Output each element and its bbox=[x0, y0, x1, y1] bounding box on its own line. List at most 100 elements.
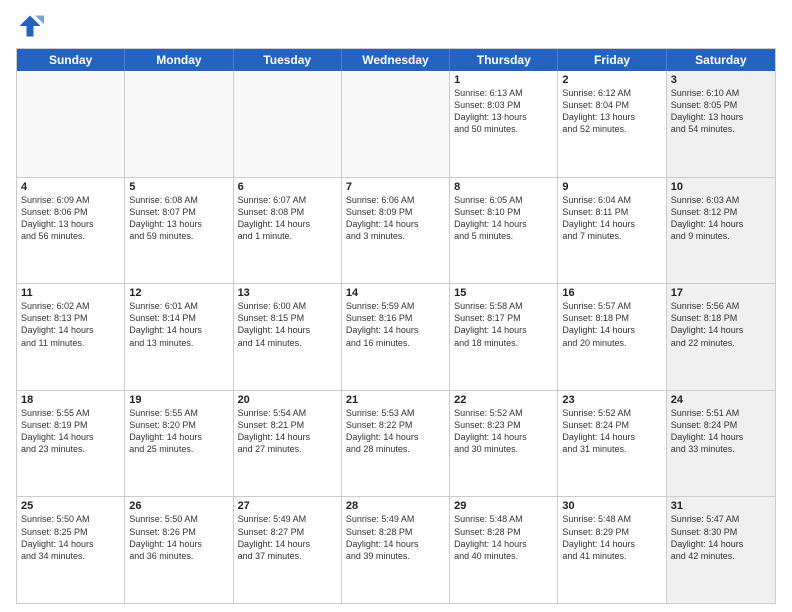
cell-date-number: 20 bbox=[238, 394, 337, 406]
cell-date-number: 17 bbox=[671, 287, 771, 299]
calendar-cell: 23Sunrise: 5:52 AM Sunset: 8:24 PM Dayli… bbox=[558, 391, 666, 497]
calendar-cell: 18Sunrise: 5:55 AM Sunset: 8:19 PM Dayli… bbox=[17, 391, 125, 497]
cell-date-number: 15 bbox=[454, 287, 553, 299]
header bbox=[16, 12, 776, 40]
cell-date-number: 4 bbox=[21, 181, 120, 193]
calendar-cell: 17Sunrise: 5:56 AM Sunset: 8:18 PM Dayli… bbox=[667, 284, 775, 390]
header-day-saturday: Saturday bbox=[667, 49, 775, 71]
cell-date-number: 23 bbox=[562, 394, 661, 406]
header-day-thursday: Thursday bbox=[450, 49, 558, 71]
cell-date-number: 22 bbox=[454, 394, 553, 406]
cell-info-text: Sunrise: 6:10 AM Sunset: 8:05 PM Dayligh… bbox=[671, 87, 771, 136]
cell-info-text: Sunrise: 6:01 AM Sunset: 8:14 PM Dayligh… bbox=[129, 300, 228, 349]
calendar-cell: 12Sunrise: 6:01 AM Sunset: 8:14 PM Dayli… bbox=[125, 284, 233, 390]
logo bbox=[16, 12, 48, 40]
cell-info-text: Sunrise: 5:50 AM Sunset: 8:25 PM Dayligh… bbox=[21, 513, 120, 562]
calendar-cell: 21Sunrise: 5:53 AM Sunset: 8:22 PM Dayli… bbox=[342, 391, 450, 497]
cell-date-number: 10 bbox=[671, 181, 771, 193]
logo-icon bbox=[16, 12, 44, 40]
cell-date-number: 12 bbox=[129, 287, 228, 299]
cell-info-text: Sunrise: 6:07 AM Sunset: 8:08 PM Dayligh… bbox=[238, 194, 337, 243]
cell-date-number: 18 bbox=[21, 394, 120, 406]
cell-date-number: 31 bbox=[671, 500, 771, 512]
cell-info-text: Sunrise: 6:12 AM Sunset: 8:04 PM Dayligh… bbox=[562, 87, 661, 136]
cell-date-number: 16 bbox=[562, 287, 661, 299]
calendar-cell: 7Sunrise: 6:06 AM Sunset: 8:09 PM Daylig… bbox=[342, 178, 450, 284]
cell-info-text: Sunrise: 6:08 AM Sunset: 8:07 PM Dayligh… bbox=[129, 194, 228, 243]
calendar-cell bbox=[17, 71, 125, 177]
calendar-cell: 28Sunrise: 5:49 AM Sunset: 8:28 PM Dayli… bbox=[342, 497, 450, 603]
cell-date-number: 19 bbox=[129, 394, 228, 406]
calendar-header: SundayMondayTuesdayWednesdayThursdayFrid… bbox=[17, 49, 775, 71]
calendar-cell: 22Sunrise: 5:52 AM Sunset: 8:23 PM Dayli… bbox=[450, 391, 558, 497]
cell-date-number: 27 bbox=[238, 500, 337, 512]
cell-info-text: Sunrise: 5:52 AM Sunset: 8:23 PM Dayligh… bbox=[454, 407, 553, 456]
cell-date-number: 3 bbox=[671, 74, 771, 86]
cell-info-text: Sunrise: 6:13 AM Sunset: 8:03 PM Dayligh… bbox=[454, 87, 553, 136]
cell-info-text: Sunrise: 5:48 AM Sunset: 8:28 PM Dayligh… bbox=[454, 513, 553, 562]
calendar-cell: 1Sunrise: 6:13 AM Sunset: 8:03 PM Daylig… bbox=[450, 71, 558, 177]
calendar-body: 1Sunrise: 6:13 AM Sunset: 8:03 PM Daylig… bbox=[17, 71, 775, 603]
cell-date-number: 5 bbox=[129, 181, 228, 193]
cell-date-number: 8 bbox=[454, 181, 553, 193]
cell-info-text: Sunrise: 5:56 AM Sunset: 8:18 PM Dayligh… bbox=[671, 300, 771, 349]
calendar: SundayMondayTuesdayWednesdayThursdayFrid… bbox=[16, 48, 776, 604]
cell-info-text: Sunrise: 5:51 AM Sunset: 8:24 PM Dayligh… bbox=[671, 407, 771, 456]
calendar-week-5: 25Sunrise: 5:50 AM Sunset: 8:25 PM Dayli… bbox=[17, 497, 775, 603]
calendar-cell: 25Sunrise: 5:50 AM Sunset: 8:25 PM Dayli… bbox=[17, 497, 125, 603]
cell-info-text: Sunrise: 5:55 AM Sunset: 8:20 PM Dayligh… bbox=[129, 407, 228, 456]
calendar-cell bbox=[125, 71, 233, 177]
cell-date-number: 24 bbox=[671, 394, 771, 406]
calendar-week-2: 4Sunrise: 6:09 AM Sunset: 8:06 PM Daylig… bbox=[17, 178, 775, 285]
cell-info-text: Sunrise: 5:54 AM Sunset: 8:21 PM Dayligh… bbox=[238, 407, 337, 456]
calendar-cell bbox=[342, 71, 450, 177]
cell-info-text: Sunrise: 5:49 AM Sunset: 8:27 PM Dayligh… bbox=[238, 513, 337, 562]
cell-date-number: 1 bbox=[454, 74, 553, 86]
calendar-cell: 15Sunrise: 5:58 AM Sunset: 8:17 PM Dayli… bbox=[450, 284, 558, 390]
cell-info-text: Sunrise: 5:48 AM Sunset: 8:29 PM Dayligh… bbox=[562, 513, 661, 562]
calendar-cell: 14Sunrise: 5:59 AM Sunset: 8:16 PM Dayli… bbox=[342, 284, 450, 390]
cell-info-text: Sunrise: 5:50 AM Sunset: 8:26 PM Dayligh… bbox=[129, 513, 228, 562]
cell-info-text: Sunrise: 5:53 AM Sunset: 8:22 PM Dayligh… bbox=[346, 407, 445, 456]
calendar-cell: 20Sunrise: 5:54 AM Sunset: 8:21 PM Dayli… bbox=[234, 391, 342, 497]
calendar-cell: 19Sunrise: 5:55 AM Sunset: 8:20 PM Dayli… bbox=[125, 391, 233, 497]
cell-info-text: Sunrise: 6:06 AM Sunset: 8:09 PM Dayligh… bbox=[346, 194, 445, 243]
cell-date-number: 14 bbox=[346, 287, 445, 299]
calendar-cell: 13Sunrise: 6:00 AM Sunset: 8:15 PM Dayli… bbox=[234, 284, 342, 390]
calendar-cell: 10Sunrise: 6:03 AM Sunset: 8:12 PM Dayli… bbox=[667, 178, 775, 284]
calendar-cell bbox=[234, 71, 342, 177]
cell-info-text: Sunrise: 5:59 AM Sunset: 8:16 PM Dayligh… bbox=[346, 300, 445, 349]
calendar-week-3: 11Sunrise: 6:02 AM Sunset: 8:13 PM Dayli… bbox=[17, 284, 775, 391]
cell-info-text: Sunrise: 5:55 AM Sunset: 8:19 PM Dayligh… bbox=[21, 407, 120, 456]
calendar-cell: 29Sunrise: 5:48 AM Sunset: 8:28 PM Dayli… bbox=[450, 497, 558, 603]
calendar-cell: 3Sunrise: 6:10 AM Sunset: 8:05 PM Daylig… bbox=[667, 71, 775, 177]
cell-info-text: Sunrise: 5:52 AM Sunset: 8:24 PM Dayligh… bbox=[562, 407, 661, 456]
calendar-cell: 11Sunrise: 6:02 AM Sunset: 8:13 PM Dayli… bbox=[17, 284, 125, 390]
calendar-cell: 27Sunrise: 5:49 AM Sunset: 8:27 PM Dayli… bbox=[234, 497, 342, 603]
cell-info-text: Sunrise: 5:58 AM Sunset: 8:17 PM Dayligh… bbox=[454, 300, 553, 349]
cell-date-number: 30 bbox=[562, 500, 661, 512]
cell-date-number: 7 bbox=[346, 181, 445, 193]
calendar-cell: 5Sunrise: 6:08 AM Sunset: 8:07 PM Daylig… bbox=[125, 178, 233, 284]
cell-info-text: Sunrise: 6:02 AM Sunset: 8:13 PM Dayligh… bbox=[21, 300, 120, 349]
cell-info-text: Sunrise: 6:00 AM Sunset: 8:15 PM Dayligh… bbox=[238, 300, 337, 349]
calendar-cell: 26Sunrise: 5:50 AM Sunset: 8:26 PM Dayli… bbox=[125, 497, 233, 603]
calendar-week-4: 18Sunrise: 5:55 AM Sunset: 8:19 PM Dayli… bbox=[17, 391, 775, 498]
cell-date-number: 2 bbox=[562, 74, 661, 86]
cell-date-number: 28 bbox=[346, 500, 445, 512]
calendar-cell: 24Sunrise: 5:51 AM Sunset: 8:24 PM Dayli… bbox=[667, 391, 775, 497]
cell-date-number: 13 bbox=[238, 287, 337, 299]
header-day-wednesday: Wednesday bbox=[342, 49, 450, 71]
cell-date-number: 29 bbox=[454, 500, 553, 512]
calendar-cell: 8Sunrise: 6:05 AM Sunset: 8:10 PM Daylig… bbox=[450, 178, 558, 284]
calendar-cell: 16Sunrise: 5:57 AM Sunset: 8:18 PM Dayli… bbox=[558, 284, 666, 390]
cell-date-number: 11 bbox=[21, 287, 120, 299]
header-day-tuesday: Tuesday bbox=[234, 49, 342, 71]
calendar-cell: 30Sunrise: 5:48 AM Sunset: 8:29 PM Dayli… bbox=[558, 497, 666, 603]
cell-info-text: Sunrise: 6:04 AM Sunset: 8:11 PM Dayligh… bbox=[562, 194, 661, 243]
page: SundayMondayTuesdayWednesdayThursdayFrid… bbox=[0, 0, 792, 612]
cell-date-number: 21 bbox=[346, 394, 445, 406]
cell-date-number: 9 bbox=[562, 181, 661, 193]
cell-date-number: 25 bbox=[21, 500, 120, 512]
cell-date-number: 6 bbox=[238, 181, 337, 193]
